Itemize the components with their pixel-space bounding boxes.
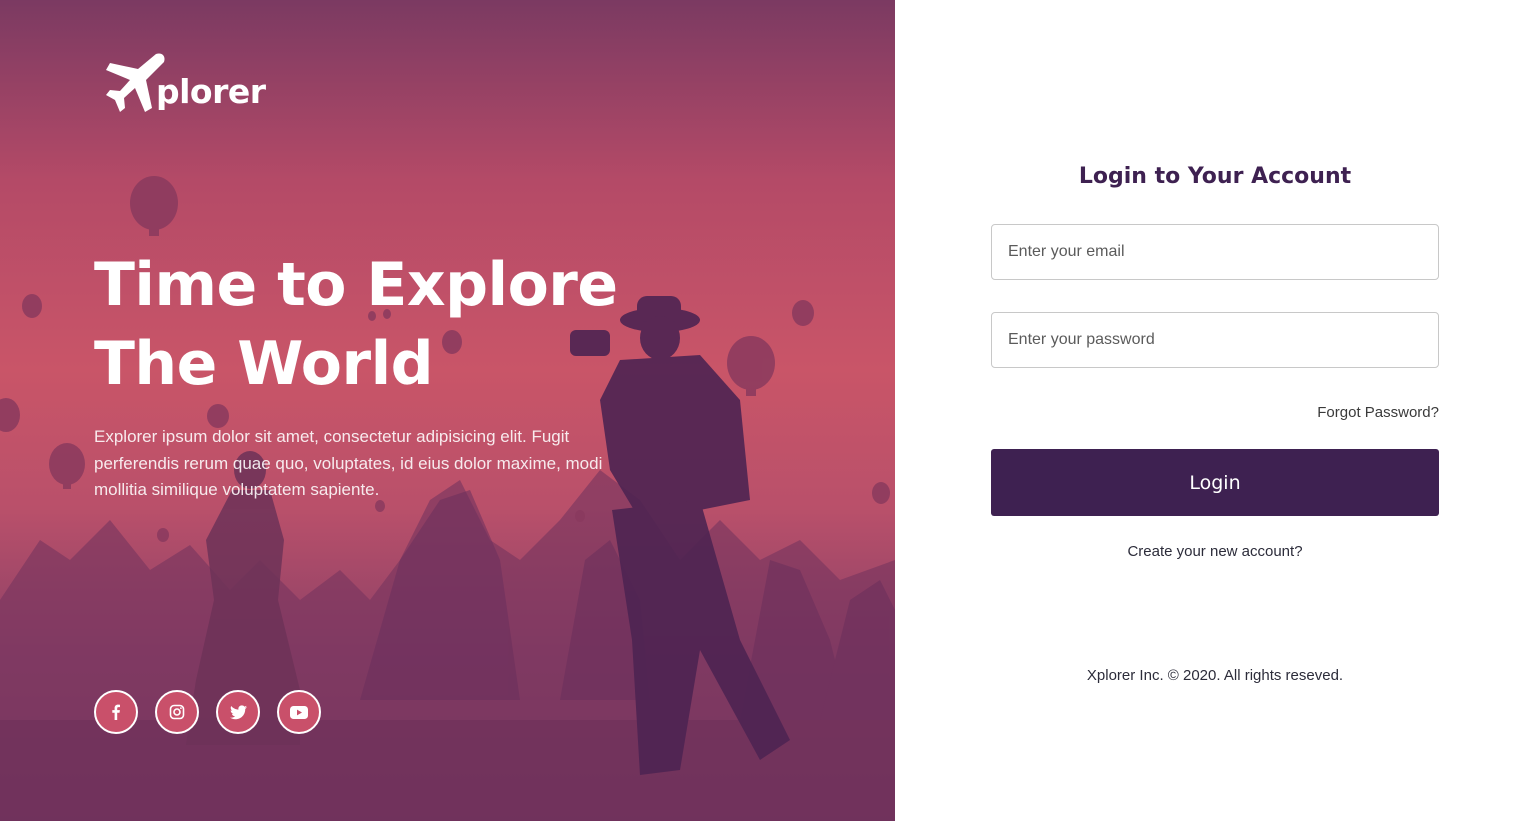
create-account-link[interactable]: Create your new account? (1127, 543, 1302, 560)
youtube-link[interactable] (277, 690, 321, 734)
create-account-row: Create your new account? (895, 543, 1535, 560)
hero-description: Explorer ipsum dolor sit amet, consectet… (94, 427, 603, 499)
password-field[interactable] (991, 312, 1439, 368)
email-field[interactable] (991, 224, 1439, 280)
facebook-icon (112, 704, 120, 720)
login-title: Login to Your Account (1078, 164, 1352, 189)
login-button[interactable]: Login (991, 449, 1439, 516)
hero-title-line-1: Time to Explore (94, 250, 618, 320)
copyright-text: Xplorer Inc. © 2020. All rights reseved. (1086, 667, 1344, 684)
instagram-icon (169, 704, 185, 720)
forgot-password-link[interactable]: Forgot Password? (1317, 404, 1439, 421)
social-links (94, 690, 321, 734)
facebook-link[interactable] (94, 690, 138, 734)
brand-name: plorer (156, 72, 266, 111)
login-panel: Login to Your Account Forgot Password? L… (895, 0, 1535, 821)
hero-title-line-2: The World (94, 329, 434, 399)
twitter-icon (229, 704, 247, 719)
brand-logo[interactable]: plorer (104, 50, 274, 116)
hero-panel: plorer Time to Explore The World Explore… (0, 0, 895, 821)
hero-title: Time to Explore The World (94, 246, 654, 404)
instagram-link[interactable] (155, 690, 199, 734)
twitter-link[interactable] (216, 690, 260, 734)
youtube-icon (290, 705, 308, 719)
